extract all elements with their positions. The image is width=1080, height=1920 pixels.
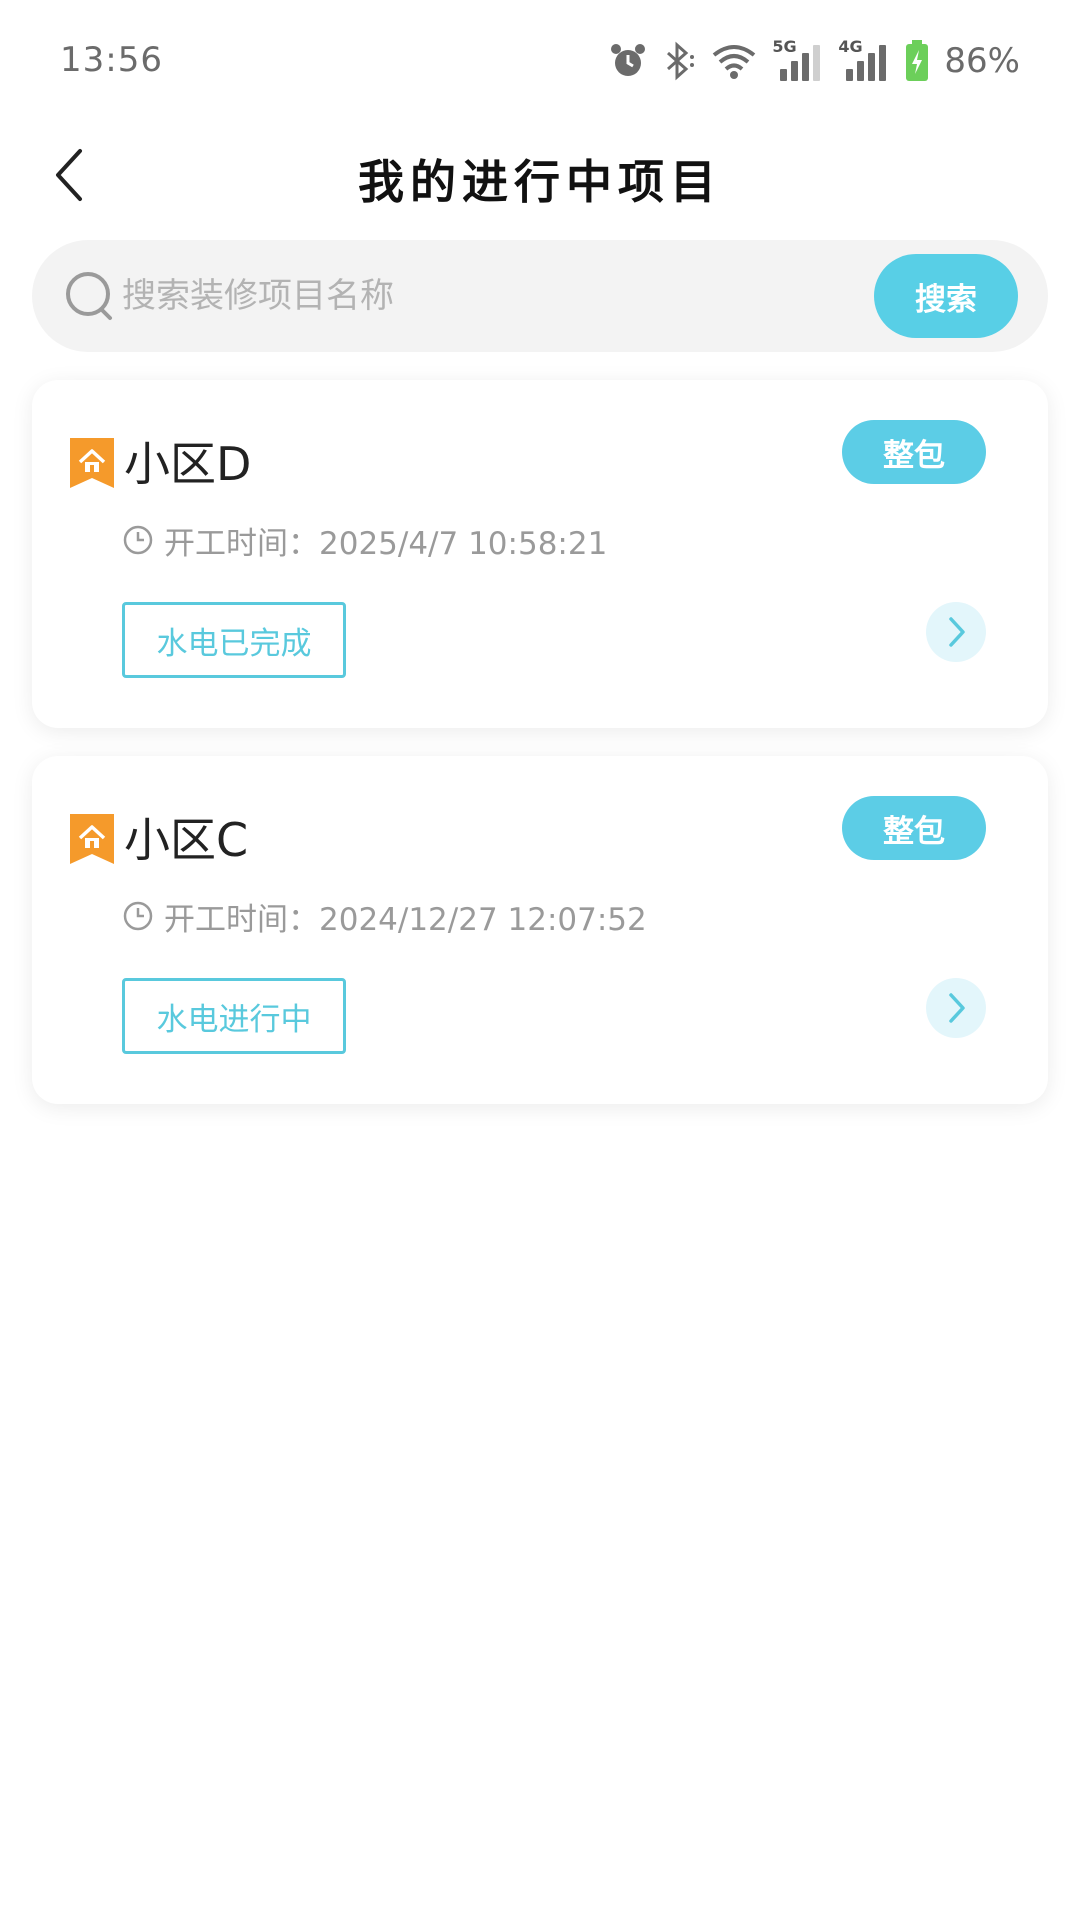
wifi-icon [710,41,758,81]
bluetooth-icon [662,41,696,81]
house-icon [70,814,114,864]
page: 13:56 5G 4G 86% 我的进行中项目 搜索装修项目名称 搜索 小区D … [0,0,1080,1920]
open-project-button[interactable] [926,602,986,662]
signal-4g-icon: 4G [838,37,890,81]
status-chip: 水电进行中 [122,978,346,1054]
package-badge: 整包 [842,420,986,484]
search-button[interactable]: 搜索 [874,254,1018,338]
chevron-right-icon [949,993,965,1023]
status-icons: 5G 4G 86% [608,36,1020,86]
search-bar: 搜索 [32,240,1048,352]
project-name: 小区C [124,813,249,867]
battery-percent: 86% [944,41,1020,81]
house-icon [70,438,114,488]
signal-5g-icon: 5G [772,37,824,81]
status-time: 13:56 [60,40,163,80]
project-card[interactable]: 小区D 整包 开工时间：2025/4/7 10:58:21 水电已完成 [32,380,1048,728]
start-time: 开工时间：2025/4/7 10:58:21 [164,526,608,562]
status-bar: 13:56 5G 4G 86% [0,0,1080,120]
open-project-button[interactable] [926,978,986,1038]
search-icon [66,272,112,320]
clock-icon [123,901,153,931]
project-name: 小区D [124,437,252,491]
header: 我的进行中项目 [0,120,1080,230]
search-input[interactable] [122,262,882,330]
clock-icon [123,525,153,555]
status-chip: 水电已完成 [122,602,346,678]
package-badge: 整包 [842,796,986,860]
project-card[interactable]: 小区C 整包 开工时间：2024/12/27 12:07:52 水电进行中 [32,756,1048,1104]
battery-icon [904,40,930,82]
start-time: 开工时间：2024/12/27 12:07:52 [164,902,647,938]
page-title: 我的进行中项目 [358,155,722,209]
alarm-icon [608,41,648,81]
chevron-right-icon [949,617,965,647]
